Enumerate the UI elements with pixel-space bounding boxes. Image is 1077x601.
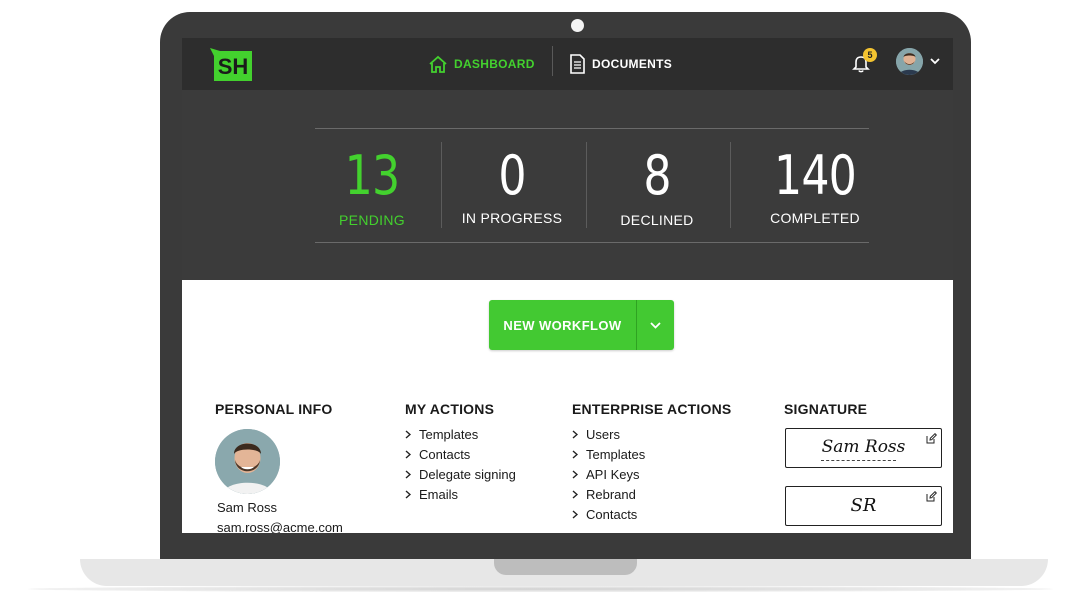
my-actions-templates[interactable]: Templates [405, 424, 516, 444]
stat-completed[interactable]: 140 COMPLETED [743, 144, 887, 227]
link-label: API Keys [586, 466, 640, 482]
link-label: Emails [419, 486, 459, 502]
stat-label: COMPLETED [770, 210, 860, 226]
chevron-right-icon [572, 489, 586, 499]
signature-title: SIGNATURE [784, 401, 868, 417]
personal-info-title: PERSONAL INFO [215, 401, 333, 417]
initials-signature-box[interactable]: SR [785, 486, 942, 526]
initials-signature: SR [850, 495, 877, 516]
enterprise-templates[interactable]: Templates [572, 444, 645, 464]
chevron-right-icon [405, 449, 419, 459]
enterprise-actions-title: ENTERPRISE ACTIONS [572, 401, 732, 417]
full-signature: Sam Ross [821, 437, 906, 457]
enterprise-users[interactable]: Users [572, 424, 645, 444]
enterprise-actions-list: Users Templates API Keys Rebrand Contact… [572, 424, 645, 524]
edit-icon[interactable] [926, 433, 937, 444]
nav-dashboard-label: DASHBOARD [454, 57, 535, 71]
enterprise-contacts[interactable]: Contacts [572, 504, 645, 524]
edit-icon[interactable] [926, 491, 937, 502]
stats-panel: 13 PENDING 0 IN PROGRESS 8 DECLINED 140 … [182, 90, 953, 280]
chevron-right-icon [405, 489, 419, 499]
notification-badge: 5 [863, 48, 877, 62]
my-actions-emails[interactable]: Emails [405, 484, 516, 504]
stat-label: IN PROGRESS [461, 210, 563, 226]
home-icon [429, 55, 447, 73]
stats-top-rule [315, 128, 869, 129]
chevron-right-icon [572, 469, 586, 479]
chevron-right-icon [572, 429, 586, 439]
profile-photo [215, 429, 280, 494]
link-label: Contacts [586, 506, 638, 522]
top-navbar: SH DASHBOARD DOCUMENTS 5 [182, 38, 953, 90]
chevron-down-icon [650, 321, 661, 329]
chevron-right-icon [572, 449, 586, 459]
link-label: Delegate signing [419, 466, 516, 482]
screen: SH DASHBOARD DOCUMENTS 5 13 PENDING 0 IN… [182, 38, 953, 533]
stat-value: 0 [498, 144, 526, 207]
avatar-image [896, 48, 923, 75]
nav-documents[interactable]: DOCUMENTS [568, 52, 672, 76]
nav-documents-label: DOCUMENTS [592, 57, 673, 71]
app-logo[interactable]: SH [210, 48, 254, 81]
stat-declined[interactable]: 8 DECLINED [585, 144, 729, 229]
chevron-right-icon [572, 509, 586, 519]
link-label: Contacts [419, 446, 471, 462]
user-avatar[interactable] [896, 48, 923, 75]
document-icon [570, 54, 585, 74]
logo-text: SH [218, 54, 249, 79]
stat-label: PENDING [339, 212, 405, 228]
chevron-down-icon[interactable] [930, 58, 940, 65]
stat-value: 8 [643, 144, 671, 207]
my-actions-list: Templates Contacts Delegate signing Emai… [405, 424, 516, 504]
my-actions-contacts[interactable]: Contacts [405, 444, 516, 464]
profile-name: Sam Ross [217, 500, 277, 515]
full-signature-box[interactable]: Sam Ross [785, 428, 942, 468]
laptop-shadow [28, 586, 1053, 592]
workflow-dropdown-toggle[interactable] [637, 300, 674, 350]
laptop-notch [494, 559, 637, 575]
stat-value: 140 [773, 144, 857, 207]
enterprise-rebrand[interactable]: Rebrand [572, 484, 645, 504]
link-label: Users [586, 426, 620, 442]
profile-image [215, 429, 280, 494]
my-actions-title: MY ACTIONS [405, 401, 495, 417]
nav-divider [552, 46, 553, 76]
stat-divider [730, 142, 731, 228]
stat-value: 13 [344, 144, 401, 207]
link-label: Templates [419, 426, 479, 442]
nav-dashboard[interactable]: DASHBOARD [428, 52, 535, 76]
signature-underline [821, 460, 896, 461]
camera-dot [571, 19, 584, 32]
stat-in-progress[interactable]: 0 IN PROGRESS [440, 144, 584, 227]
link-label: Templates [586, 446, 646, 462]
stats-bottom-rule [315, 242, 869, 243]
new-workflow-button[interactable]: NEW WORKFLOW [489, 300, 674, 350]
enterprise-api-keys[interactable]: API Keys [572, 464, 645, 484]
new-workflow-label[interactable]: NEW WORKFLOW [489, 300, 637, 350]
stat-pending[interactable]: 13 PENDING [300, 144, 444, 229]
chevron-right-icon [405, 469, 419, 479]
profile-email: sam.ross@acme.com [217, 520, 343, 533]
chevron-right-icon [405, 429, 419, 439]
stat-label: DECLINED [620, 212, 694, 228]
link-label: Rebrand [586, 486, 636, 502]
my-actions-delegate-signing[interactable]: Delegate signing [405, 464, 516, 484]
